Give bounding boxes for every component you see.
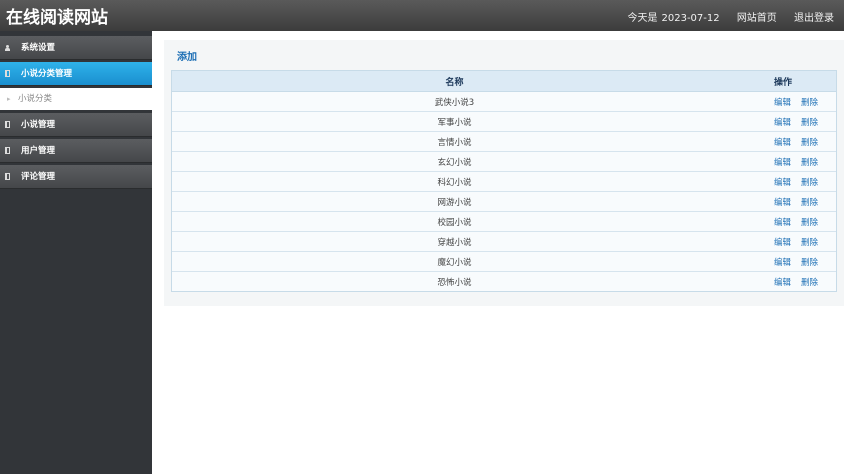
delete-link[interactable]: 删除 xyxy=(801,198,818,208)
row-actions: 编辑 删除 xyxy=(737,171,836,192)
category-name: 校园小说 xyxy=(172,211,737,232)
table-row: 恐怖小说 编辑 删除 xyxy=(172,271,836,291)
edit-link[interactable]: 编辑 xyxy=(774,138,791,148)
sidebar-item-label: 评论管理 xyxy=(21,172,56,182)
table-row: 科幻小说 编辑 删除 xyxy=(172,171,836,192)
user-icon xyxy=(5,45,11,51)
table-row: 穿越小说 编辑 删除 xyxy=(172,231,836,252)
column-header-actions: 操作 xyxy=(737,71,836,92)
category-name: 科幻小说 xyxy=(172,171,737,192)
folder-icon xyxy=(5,147,10,154)
date-label: 今天是 xyxy=(627,13,658,24)
sidebar-item-label: 小说管理 xyxy=(21,120,56,130)
category-name: 军事小说 xyxy=(172,111,737,132)
sidebar-item-label: 用户管理 xyxy=(21,146,56,156)
sidebar-subitem-label: 小说分类 xyxy=(18,94,53,104)
sidebar-item-novel-management[interactable]: 小说管理 xyxy=(0,113,152,137)
site-title: 在线阅读网站 xyxy=(6,8,108,28)
sidebar-item-category-management[interactable]: 小说分类管理 xyxy=(0,62,152,86)
table-row: 武侠小说3 编辑 删除 xyxy=(172,91,836,112)
delete-link[interactable]: 删除 xyxy=(801,258,818,268)
sidebar-item-system-settings[interactable]: 系统设置 xyxy=(0,36,152,60)
column-header-name: 名称 xyxy=(172,71,737,92)
edit-link[interactable]: 编辑 xyxy=(774,218,791,228)
delete-link[interactable]: 删除 xyxy=(801,218,818,228)
main-content: 添加 名称 操作 武侠小说3 编辑 删除 军事小说 编辑 删除 言情小说 编辑 … xyxy=(164,40,844,306)
category-name: 穿越小说 xyxy=(172,231,737,252)
add-button[interactable]: 添加 xyxy=(177,48,197,63)
category-name: 网游小说 xyxy=(172,191,737,212)
edit-link[interactable]: 编辑 xyxy=(774,158,791,168)
table-header-row: 名称 操作 xyxy=(172,71,836,92)
sidebar-item-label: 小说分类管理 xyxy=(21,69,73,79)
edit-link[interactable]: 编辑 xyxy=(774,118,791,128)
category-table: 名称 操作 武侠小说3 编辑删除 军事小说 编辑删除 言情小说 编辑删除 xyxy=(172,71,836,291)
edit-link[interactable]: 编辑 xyxy=(774,238,791,248)
edit-link[interactable]: 编辑 xyxy=(774,258,791,268)
sidebar-item-label: 系统设置 xyxy=(21,43,56,53)
folder-icon xyxy=(5,121,10,128)
edit-link[interactable]: 编辑 xyxy=(774,198,791,208)
top-header: 在线阅读网站 今天是 2023-07-12 网站首页 退出登录 xyxy=(0,0,844,31)
table-row: 言情小说 编辑 删除 xyxy=(172,131,836,152)
row-actions: 编辑 删除 xyxy=(737,151,836,172)
row-actions: 编辑 删除 xyxy=(737,231,836,252)
edit-link[interactable]: 编辑 xyxy=(774,278,791,288)
table-row: 玄幻小说 编辑 删除 xyxy=(172,151,836,172)
delete-link[interactable]: 删除 xyxy=(801,138,818,148)
table-row: 魔幻小说 编辑 删除 xyxy=(172,251,836,272)
sidebar-item-comment-management[interactable]: 评论管理 xyxy=(0,165,152,189)
edit-link[interactable]: 编辑 xyxy=(774,98,791,108)
home-link[interactable]: 网站首页 xyxy=(737,13,777,24)
arrow-right-icon: ▸ xyxy=(7,95,11,103)
category-name: 恐怖小说 xyxy=(172,271,737,291)
row-actions: 编辑 删除 xyxy=(737,251,836,272)
folder-icon xyxy=(5,173,10,180)
table-row: 校园小说 编辑 删除 xyxy=(172,211,836,232)
table-row: 网游小说 编辑 删除 xyxy=(172,191,836,212)
row-actions: 编辑 删除 xyxy=(737,111,836,132)
logout-link[interactable]: 退出登录 xyxy=(794,13,834,24)
edit-link[interactable]: 编辑 xyxy=(774,178,791,188)
current-date: 2023-07-12 xyxy=(661,13,720,24)
delete-link[interactable]: 删除 xyxy=(801,278,818,288)
category-name: 魔幻小说 xyxy=(172,251,737,272)
sidebar: 系统设置 小说分类管理 ▸ 小说分类 小说管理 用户管理 评论管理 xyxy=(0,31,152,474)
category-table-wrapper: 名称 操作 武侠小说3 编辑删除 军事小说 编辑删除 言情小说 编辑删除 xyxy=(171,70,837,292)
sidebar-item-user-management[interactable]: 用户管理 xyxy=(0,139,152,163)
delete-link[interactable]: 删除 xyxy=(801,158,818,168)
row-actions: 编辑 删除 xyxy=(737,191,836,212)
row-actions: 编辑 删除 xyxy=(737,211,836,232)
sidebar-subitem-category[interactable]: ▸ 小说分类 xyxy=(0,88,152,110)
category-name: 玄幻小说 xyxy=(172,151,737,172)
category-name: 言情小说 xyxy=(172,131,737,152)
row-actions: 编辑 删除 xyxy=(737,131,836,152)
delete-link[interactable]: 删除 xyxy=(801,118,818,128)
delete-link[interactable]: 删除 xyxy=(801,98,818,108)
folder-icon xyxy=(5,70,10,77)
row-actions: 编辑 删除 xyxy=(737,91,836,112)
row-actions: 编辑 删除 xyxy=(737,271,836,291)
header-right-area: 今天是 2023-07-12 网站首页 退出登录 xyxy=(628,9,835,24)
table-row: 军事小说 编辑 删除 xyxy=(172,111,836,132)
category-name: 武侠小说3 xyxy=(172,91,737,112)
delete-link[interactable]: 删除 xyxy=(801,238,818,248)
delete-link[interactable]: 删除 xyxy=(801,178,818,188)
